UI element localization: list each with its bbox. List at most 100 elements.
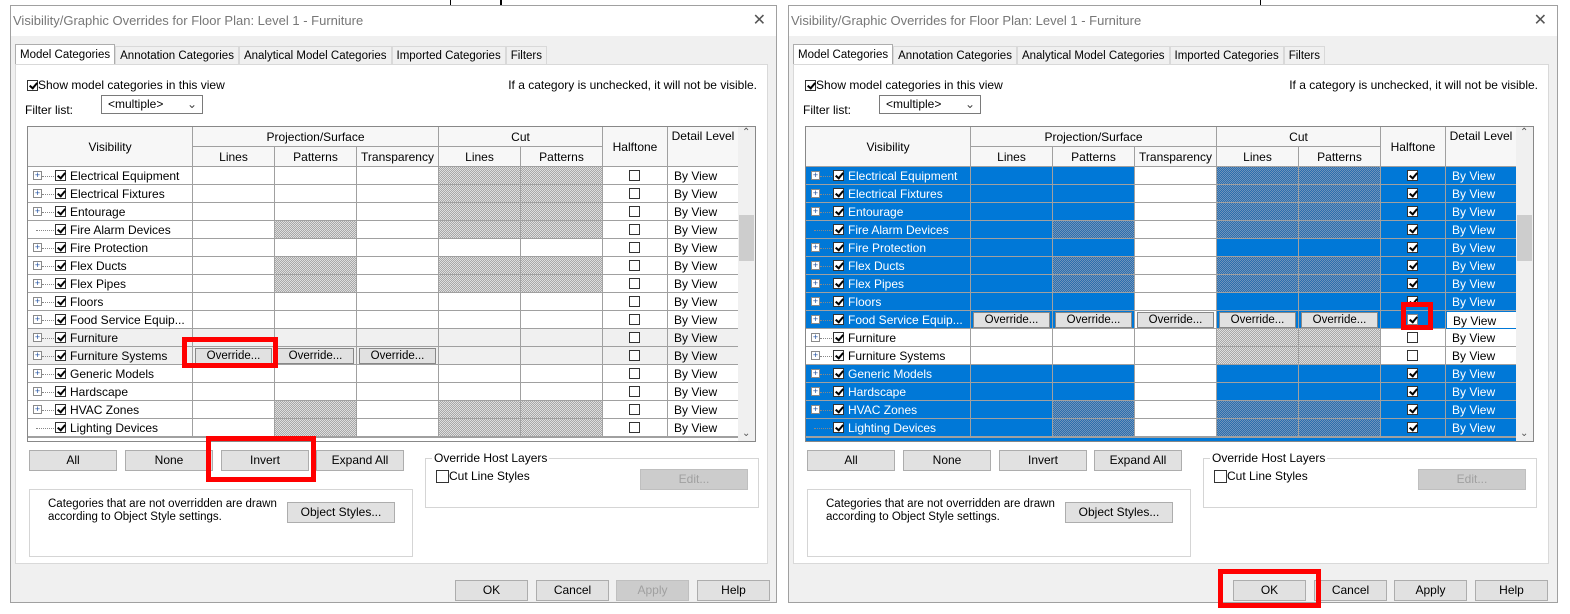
lines-cell[interactable] (971, 167, 1053, 185)
cut-patterns-cell[interactable] (521, 329, 603, 347)
lines-cell[interactable] (193, 383, 275, 401)
close-icon[interactable]: ✕ (753, 6, 766, 36)
detail-level-cell[interactable]: By View (1446, 419, 1517, 437)
patterns-cell[interactable] (275, 329, 357, 347)
halftone-cell[interactable] (1381, 401, 1446, 419)
cut-line-styles-checkbox[interactable]: Cut Line Styles (1214, 469, 1308, 484)
halftone-cell[interactable] (603, 239, 668, 257)
halftone-cell[interactable] (603, 311, 668, 329)
detail-level-cell[interactable]: By View (1446, 239, 1517, 257)
visibility-cell[interactable]: + Generic Models (28, 365, 193, 383)
expand-icon[interactable]: + (811, 297, 820, 306)
halftone-cell[interactable] (603, 401, 668, 419)
expand-icon[interactable]: + (811, 369, 820, 378)
cut-patterns-cell[interactable] (521, 383, 603, 401)
lines-cell[interactable] (971, 365, 1053, 383)
patterns-cell[interactable] (1053, 293, 1135, 311)
cut-lines-cell[interactable] (439, 383, 521, 401)
table-row[interactable]: + HVAC Zones By View (806, 401, 1517, 419)
expand-icon[interactable]: + (811, 243, 820, 252)
patterns-cell[interactable] (1053, 185, 1135, 203)
table-row[interactable]: + Flex Ducts By View (28, 257, 739, 275)
cut-patterns-cell[interactable] (521, 239, 603, 257)
edit-button[interactable]: Edit... (1418, 469, 1526, 490)
lines-cell[interactable] (193, 239, 275, 257)
cut-lines-cell[interactable] (1217, 365, 1299, 383)
lines-cell[interactable] (971, 347, 1053, 365)
visibility-cell[interactable]: + Floors (28, 293, 193, 311)
halftone-checkbox[interactable] (1407, 368, 1418, 379)
visibility-cell[interactable]: + Food Service Equip... (28, 311, 193, 329)
halftone-cell[interactable] (603, 365, 668, 383)
override-button[interactable]: Override... (1137, 312, 1214, 328)
cut-patterns-cell[interactable] (1299, 257, 1381, 275)
expand-icon[interactable]: + (33, 243, 42, 252)
visibility-cell[interactable]: + Hardscape (28, 383, 193, 401)
table-row[interactable]: +Fire Alarm Devices By View (28, 221, 739, 239)
expand-icon[interactable]: + (811, 207, 820, 216)
detail-level-cell[interactable]: By View (668, 257, 739, 275)
halftone-cell[interactable] (603, 257, 668, 275)
detail-level-cell[interactable]: By View (1446, 383, 1517, 401)
visibility-cell[interactable]: + Furniture (28, 329, 193, 347)
visibility-cell[interactable]: + Food Service Equip... (806, 311, 971, 329)
transparency-cell[interactable] (357, 203, 439, 221)
patterns-cell[interactable] (275, 185, 357, 203)
scroll-down-icon[interactable]: ⌄ (742, 428, 750, 439)
cut-patterns-cell[interactable] (1299, 419, 1381, 437)
patterns-cell[interactable] (275, 311, 357, 329)
detail-level-cell[interactable]: By View (668, 311, 739, 329)
visibility-cell[interactable]: + Furniture Systems (28, 347, 193, 365)
expand-icon[interactable]: + (33, 351, 42, 360)
expand-icon[interactable]: + (33, 405, 42, 414)
halftone-cell[interactable] (1381, 203, 1446, 221)
patterns-cell[interactable] (1053, 203, 1135, 221)
cut-line-styles-checkbox[interactable]: Cut Line Styles (436, 469, 530, 484)
cut-patterns-cell[interactable] (521, 401, 603, 419)
expand-all-button[interactable]: Expand All (316, 450, 404, 471)
visibility-cell[interactable]: + Flex Ducts (28, 257, 193, 275)
patterns-cell[interactable] (275, 275, 357, 293)
halftone-checkbox[interactable] (1407, 422, 1418, 433)
table-row[interactable]: + Flex Pipes By View (28, 275, 739, 293)
detail-level-cell[interactable]: By View (668, 293, 739, 311)
halftone-checkbox[interactable] (629, 278, 640, 289)
table-row[interactable]: + Floors By View (28, 293, 739, 311)
detail-level-cell[interactable]: By View (668, 275, 739, 293)
cut-lines-cell[interactable] (439, 401, 521, 419)
detail-level-cell[interactable]: By View (668, 383, 739, 401)
halftone-checkbox[interactable] (1407, 260, 1418, 271)
visibility-checkbox[interactable] (833, 422, 844, 433)
cancel-button[interactable]: Cancel (536, 580, 609, 601)
apply-button[interactable]: Apply (1394, 580, 1467, 601)
cut-lines-cell[interactable] (1217, 239, 1299, 257)
cut-lines-cell[interactable] (1217, 221, 1299, 239)
patterns-cell[interactable] (275, 257, 357, 275)
patterns-cell[interactable] (1053, 329, 1135, 347)
visibility-checkbox[interactable] (833, 188, 844, 199)
cut-lines-cell[interactable] (439, 347, 521, 365)
lines-cell[interactable] (193, 257, 275, 275)
halftone-checkbox[interactable] (629, 314, 640, 325)
help-button[interactable]: Help (1475, 580, 1548, 601)
tab-analytical-model-categories[interactable]: Analytical Model Categories (238, 46, 392, 64)
visibility-checkbox[interactable] (55, 350, 66, 361)
visibility-checkbox[interactable] (833, 314, 844, 325)
transparency-cell[interactable] (1135, 221, 1217, 239)
visibility-checkbox[interactable] (833, 242, 844, 253)
transparency-cell[interactable] (1135, 383, 1217, 401)
visibility-cell[interactable]: +Fire Alarm Devices (806, 221, 971, 239)
halftone-checkbox[interactable] (1407, 404, 1418, 415)
cut-lines-cell[interactable]: Override... (1217, 311, 1299, 329)
transparency-cell[interactable] (1135, 365, 1217, 383)
cut-lines-cell[interactable] (439, 167, 521, 185)
visibility-cell[interactable]: + Entourage (806, 203, 971, 221)
none-button[interactable]: None (903, 450, 991, 471)
halftone-cell[interactable] (603, 221, 668, 239)
transparency-cell[interactable]: Override... (1135, 311, 1217, 329)
tab-model-categories[interactable]: Model Categories (15, 44, 116, 64)
lines-cell[interactable] (971, 329, 1053, 347)
expand-icon[interactable]: + (811, 171, 820, 180)
cut-lines-cell[interactable] (439, 293, 521, 311)
halftone-cell[interactable] (1381, 239, 1446, 257)
